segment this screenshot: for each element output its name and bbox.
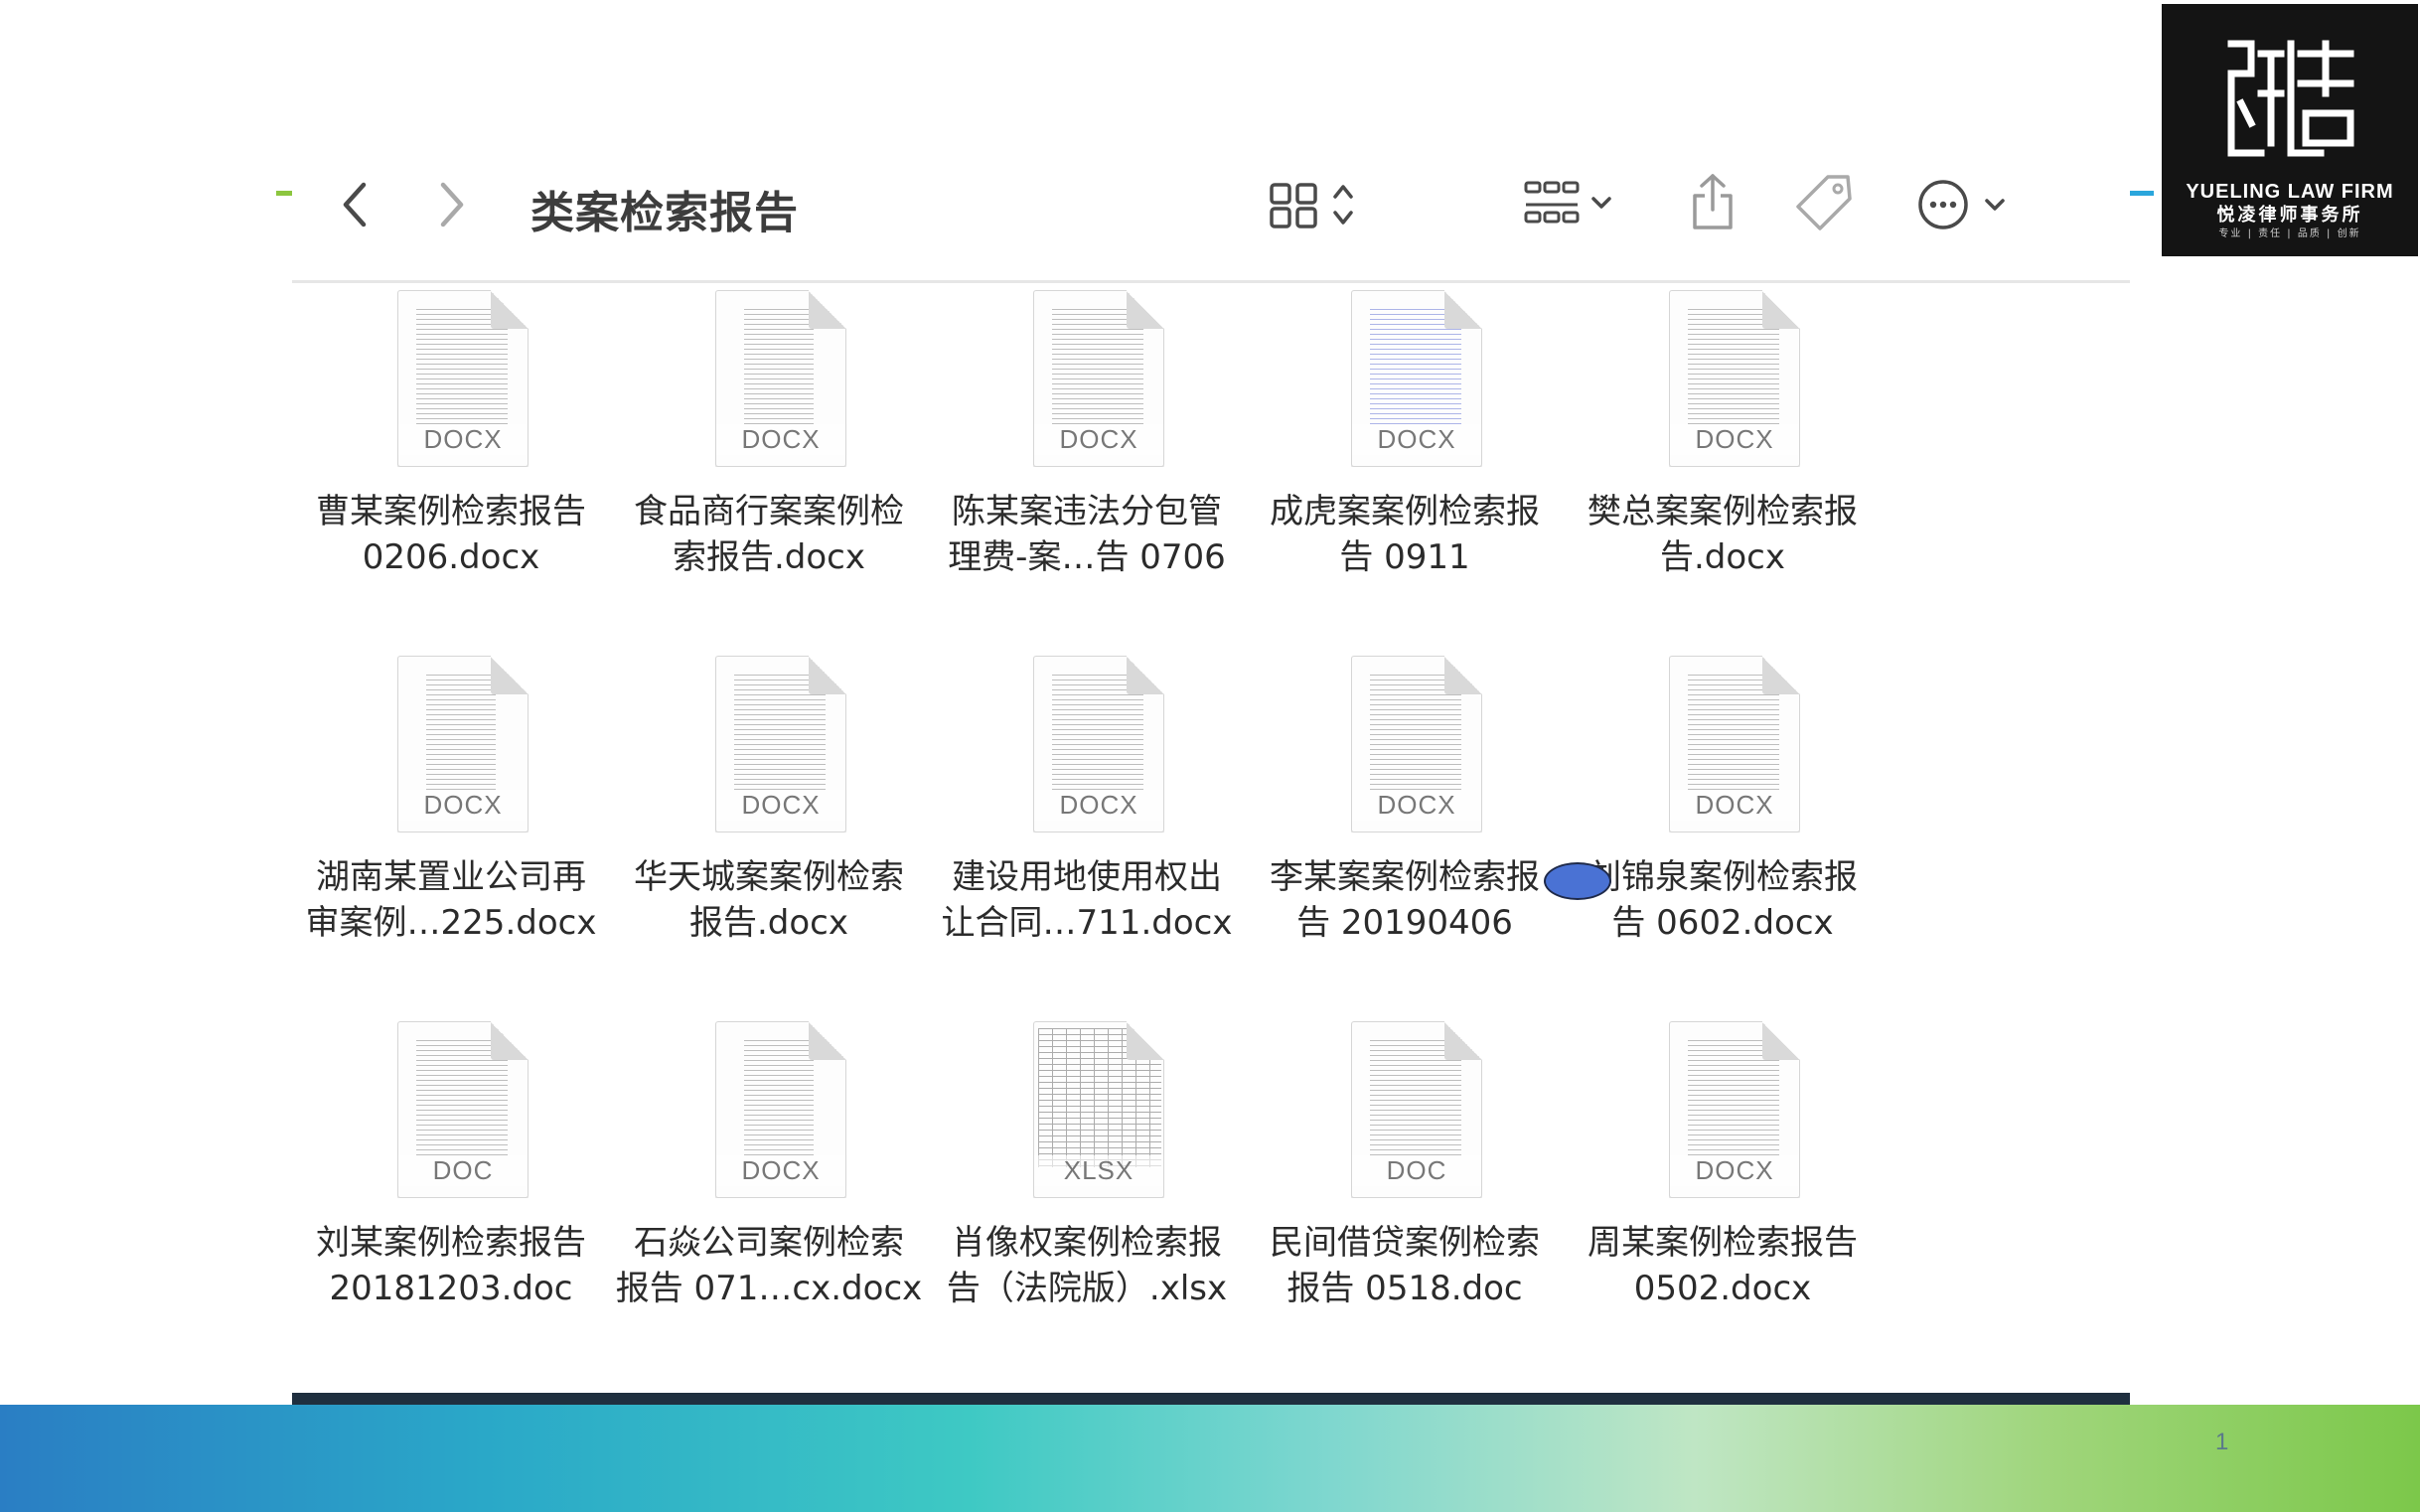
- file-name: 刘锦泉案例检索报告 0602.docx: [1588, 857, 1858, 943]
- seal-logo-icon: [2227, 40, 2354, 157]
- file-name: 石焱公司案例检索 报告 071…cx.docx: [615, 1223, 923, 1308]
- logo-chinese-name: 悦凌律师事务所: [2216, 205, 2363, 226]
- forward-chevron-icon[interactable]: [431, 179, 475, 230]
- file-name: 食品商行案案例检 索报告.docx: [634, 492, 904, 577]
- group-by-button[interactable]: [1522, 179, 1631, 230]
- view-mode-button[interactable]: [1266, 179, 1375, 230]
- file-name: 李某案案例检索报告 20190406: [1270, 857, 1540, 943]
- group-by-icon: [1524, 181, 1611, 224]
- more-actions-button[interactable]: [1915, 175, 2025, 234]
- window-title: 类案检索报告: [530, 188, 799, 238]
- law-firm-logo: YUELING LAW FIRM 悦凌律师事务所 专业 | 责任 | 品质 | …: [2162, 4, 2418, 256]
- logo-tagline: 专业 | 责任 | 品质 | 创新: [2218, 228, 2361, 239]
- page-number: 1: [2215, 1429, 2229, 1455]
- file-name: 华天城案案例检索 报告.docx: [634, 857, 904, 943]
- file-name: 建设用地使用权出 让合同…711.docx: [941, 857, 1233, 943]
- file-name: 曹某案例检索报告 0206.docx: [316, 492, 586, 577]
- file-name: 樊总案案例检索报 告.docx: [1588, 492, 1858, 577]
- file-name: 周某案例检索报告 0502.docx: [1588, 1223, 1858, 1308]
- pointer-highlight: [1544, 862, 1611, 900]
- file-name: 肖像权案例检索报 告（法院版）.xlsx: [946, 1223, 1228, 1308]
- accent-dash-right: [2130, 191, 2154, 196]
- back-chevron-icon[interactable]: [332, 179, 376, 230]
- toolbar-divider: [292, 280, 2130, 283]
- finder-toolbar: 类案检索报告: [292, 149, 2130, 258]
- tag-icon[interactable]: [1792, 173, 1856, 232]
- footer-strip: [292, 1393, 2130, 1405]
- accent-dash-left: [276, 191, 292, 196]
- share-icon[interactable]: [1683, 169, 1742, 234]
- file-name: 陈某案违法分包管 理费-案…告 0706: [948, 492, 1226, 577]
- file-name: 湖南某置业公司再 审案例…225.docx: [305, 857, 597, 943]
- icon-view-grid-icon: [1270, 183, 1353, 228]
- file-name: 民间借贷案例检索 报告 0518.doc: [1270, 1223, 1540, 1308]
- more-actions-icon: [1918, 180, 2005, 229]
- file-name: 刘某案例检索报告 20181203.doc: [316, 1223, 586, 1308]
- file-name: 成虎案案例检索报告 0911: [1270, 492, 1540, 577]
- footer-gradient-band: [0, 1405, 2420, 1512]
